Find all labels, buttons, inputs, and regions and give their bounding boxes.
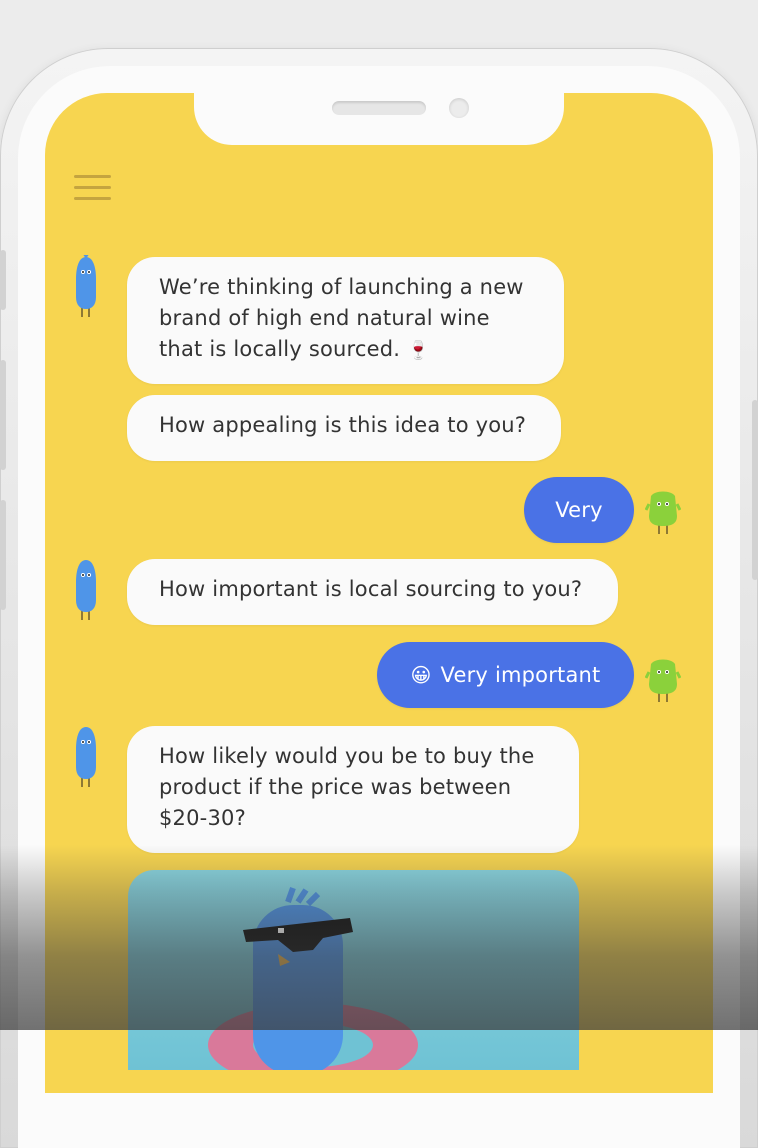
- hamburger-menu-icon: [74, 197, 111, 200]
- bot-message-bubble: How likely would you be to buy the produ…: [127, 726, 579, 853]
- bot-avatar: [76, 560, 96, 620]
- front-camera: [449, 98, 469, 118]
- side-button: [0, 360, 6, 470]
- message-text: How appealing is this idea to you?: [159, 413, 527, 437]
- bot-message-bubble: We’re thinking of launching a new brand …: [127, 257, 564, 384]
- bot-message-bubble: How appealing is this idea to you?: [127, 395, 561, 461]
- grinning-face-emoji: 😀: [410, 662, 432, 687]
- side-button: [0, 500, 6, 610]
- side-button: [752, 400, 758, 580]
- side-button: [0, 250, 6, 310]
- bot-avatar: [76, 255, 96, 317]
- message-text: Very: [555, 497, 603, 522]
- message-text: How likely would you be to buy the produ…: [159, 744, 535, 830]
- gif-media-card[interactable]: [128, 870, 579, 1070]
- bot-message-bubble: How important is local sourcing to you?: [127, 559, 618, 625]
- wine-glass-emoji: 🍷: [407, 340, 430, 361]
- message-text: Very important: [440, 662, 601, 687]
- hamburger-menu-icon: [74, 186, 111, 189]
- speaker-grille: [332, 101, 426, 115]
- user-avatar: [645, 659, 681, 702]
- message-text: We’re thinking of launching a new brand …: [159, 275, 524, 361]
- menu-button[interactable]: [74, 175, 111, 201]
- message-text: How important is local sourcing to you?: [159, 577, 583, 601]
- hamburger-menu-icon: [74, 175, 111, 178]
- user-message-bubble: 😀 Very important: [377, 642, 634, 708]
- phone-notch: [194, 93, 564, 145]
- bot-avatar: [76, 727, 96, 787]
- user-avatar: [645, 491, 681, 534]
- character-illustration: [208, 886, 418, 1070]
- user-message-bubble: Very: [524, 477, 634, 543]
